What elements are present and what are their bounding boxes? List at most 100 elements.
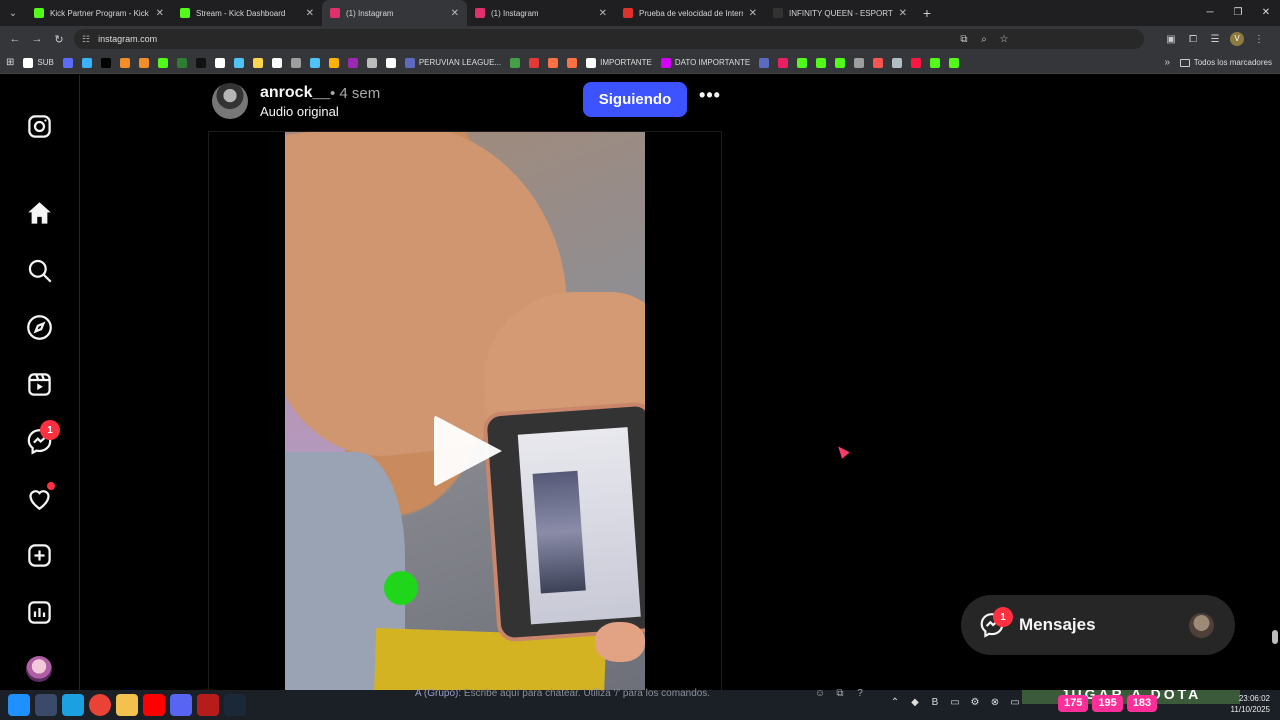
close-tab-icon[interactable]: ✕ xyxy=(749,8,757,19)
close-tab-icon[interactable]: ✕ xyxy=(599,8,607,19)
tab-kick-stream[interactable]: Stream - Kick Dashboard ✕ xyxy=(172,0,322,26)
bookmark-item[interactable] xyxy=(290,57,301,68)
reels-icon[interactable] xyxy=(26,371,53,398)
explore-icon[interactable] xyxy=(26,314,53,341)
tray-app-icon[interactable]: ⚙ xyxy=(965,697,985,708)
file-explorer-icon[interactable] xyxy=(116,694,138,716)
bookmark-item[interactable] xyxy=(816,57,827,68)
youtube-icon[interactable] xyxy=(143,694,165,716)
bookmark-item[interactable] xyxy=(100,57,111,68)
bookmark-item[interactable] xyxy=(214,57,225,68)
bookmark-item[interactable] xyxy=(510,57,521,68)
home-icon[interactable] xyxy=(26,200,53,227)
bookmark-item[interactable] xyxy=(567,57,578,68)
emoji-icon[interactable]: ☺ xyxy=(810,688,830,699)
more-options-icon[interactable]: ••• xyxy=(698,86,722,108)
page-scrollbar[interactable] xyxy=(1272,630,1278,644)
post-time[interactable]: • 4 sem xyxy=(330,85,380,102)
game-chat-input[interactable]: A (Grupo): Escribe aquí para chatear. Ut… xyxy=(415,688,710,699)
search-icon[interactable] xyxy=(26,257,53,284)
system-clock[interactable]: 23:06:02 11/10/2025 xyxy=(1231,693,1270,715)
zoom-icon[interactable]: ⌕ xyxy=(974,34,994,45)
maximize-icon[interactable]: ❐ xyxy=(1224,0,1252,26)
reel-video[interactable] xyxy=(285,132,645,690)
extensions-icon[interactable]: ⧠ xyxy=(1182,34,1204,45)
tray-app-icon[interactable]: B xyxy=(925,697,945,708)
tab-instagram-active[interactable]: (1) Instagram ✕ xyxy=(322,0,467,26)
bookmark-item[interactable] xyxy=(930,57,941,68)
bookmark-item[interactable] xyxy=(309,57,320,68)
back-icon[interactable]: ← xyxy=(4,33,26,45)
bookmark-item[interactable] xyxy=(385,57,396,68)
bookmark-item[interactable] xyxy=(271,57,282,68)
edge-icon[interactable] xyxy=(62,694,84,716)
profile-avatar[interactable]: V xyxy=(1230,32,1244,46)
bookmark-item[interactable] xyxy=(873,57,884,68)
bookmark-item[interactable] xyxy=(138,57,149,68)
bookmarks-overflow-icon[interactable]: » xyxy=(1164,57,1170,68)
windows-start-icon[interactable] xyxy=(8,694,30,716)
bookmark-item[interactable] xyxy=(854,57,865,68)
tray-app-icon[interactable]: ◆ xyxy=(905,697,925,708)
bookmark-item[interactable] xyxy=(119,57,130,68)
messenger-icon[interactable]: 1 xyxy=(26,420,60,455)
close-tab-icon[interactable]: ✕ xyxy=(156,8,164,19)
new-tab-button[interactable]: + xyxy=(915,5,939,21)
author-username[interactable]: anrock__ xyxy=(260,84,330,102)
tab-kick-partner[interactable]: Kick Partner Program - Kick Dash ✕ xyxy=(26,0,172,26)
bookmark-item[interactable] xyxy=(347,57,358,68)
messages-pill[interactable]: 1 Mensajes xyxy=(961,595,1235,655)
following-button[interactable]: Siguiendo xyxy=(583,82,687,117)
tab-speedtest[interactable]: Prueba de velocidad de Interne ✕ xyxy=(615,0,765,26)
search-app-icon[interactable] xyxy=(35,694,57,716)
discord-icon[interactable] xyxy=(170,694,192,716)
author-avatar[interactable] xyxy=(212,83,248,119)
profile-avatar[interactable] xyxy=(26,656,52,682)
bookmark-item[interactable]: SUB xyxy=(23,57,54,68)
media-icon[interactable]: ▣ xyxy=(1160,34,1182,45)
address-bar[interactable]: ☷ instagram.com ⧉ ⌕ ☆ xyxy=(74,29,1144,49)
close-window-icon[interactable]: ✕ xyxy=(1252,0,1280,26)
minimize-icon[interactable]: ─ xyxy=(1196,0,1224,26)
instagram-logo-icon[interactable] xyxy=(26,113,53,140)
bookmark-item[interactable] xyxy=(797,57,808,68)
play-icon[interactable] xyxy=(434,415,502,487)
bookmark-item[interactable] xyxy=(366,57,377,68)
site-info-icon[interactable]: ☷ xyxy=(82,34,90,45)
bookmark-item[interactable]: PERUVIAN LEAGUE... xyxy=(404,57,501,68)
create-icon[interactable] xyxy=(26,542,53,569)
close-tab-icon[interactable]: ✕ xyxy=(899,8,907,19)
bookmark-item[interactable] xyxy=(328,57,339,68)
bookmark-item[interactable] xyxy=(195,57,206,68)
apps-grid-icon[interactable]: ⊞ xyxy=(6,57,14,68)
close-tab-icon[interactable]: ✕ xyxy=(451,8,459,19)
bookmark-item[interactable] xyxy=(81,57,92,68)
chrome-icon[interactable] xyxy=(89,694,111,716)
forward-icon[interactable]: → xyxy=(26,33,48,45)
steam-icon[interactable] xyxy=(224,694,246,716)
dashboard-icon[interactable] xyxy=(26,599,53,626)
bookmark-item[interactable] xyxy=(835,57,846,68)
bookmark-item[interactable]: IMPORTANTE xyxy=(586,57,652,68)
all-bookmarks-button[interactable]: Todos los marcadores xyxy=(1179,58,1272,67)
heart-icon[interactable] xyxy=(26,482,55,512)
bookmark-item[interactable] xyxy=(62,57,73,68)
tab-search-icon[interactable]: ⌄ xyxy=(0,0,26,26)
bookmark-item[interactable] xyxy=(911,57,922,68)
screenshot-icon[interactable]: ⧉ xyxy=(830,688,850,699)
bookmark-item[interactable] xyxy=(548,57,559,68)
menu-kebab-icon[interactable]: ⋮ xyxy=(1248,34,1270,45)
dota-icon[interactable] xyxy=(197,694,219,716)
open-in-app-icon[interactable]: ⧉ xyxy=(954,34,974,45)
bookmark-item[interactable] xyxy=(949,57,960,68)
bookmark-item[interactable]: DATO IMPORTANTE xyxy=(660,57,750,68)
bookmark-item[interactable] xyxy=(252,57,263,68)
help-icon[interactable]: ? xyxy=(850,688,870,699)
bookmark-item[interactable] xyxy=(529,57,540,68)
bookmark-item[interactable] xyxy=(759,57,770,68)
bookmark-item[interactable] xyxy=(778,57,789,68)
reload-icon[interactable]: ↻ xyxy=(48,33,70,46)
bookmark-item[interactable] xyxy=(233,57,244,68)
tray-expand-icon[interactable]: ⌃ xyxy=(885,697,905,708)
bookmark-item[interactable] xyxy=(157,57,168,68)
